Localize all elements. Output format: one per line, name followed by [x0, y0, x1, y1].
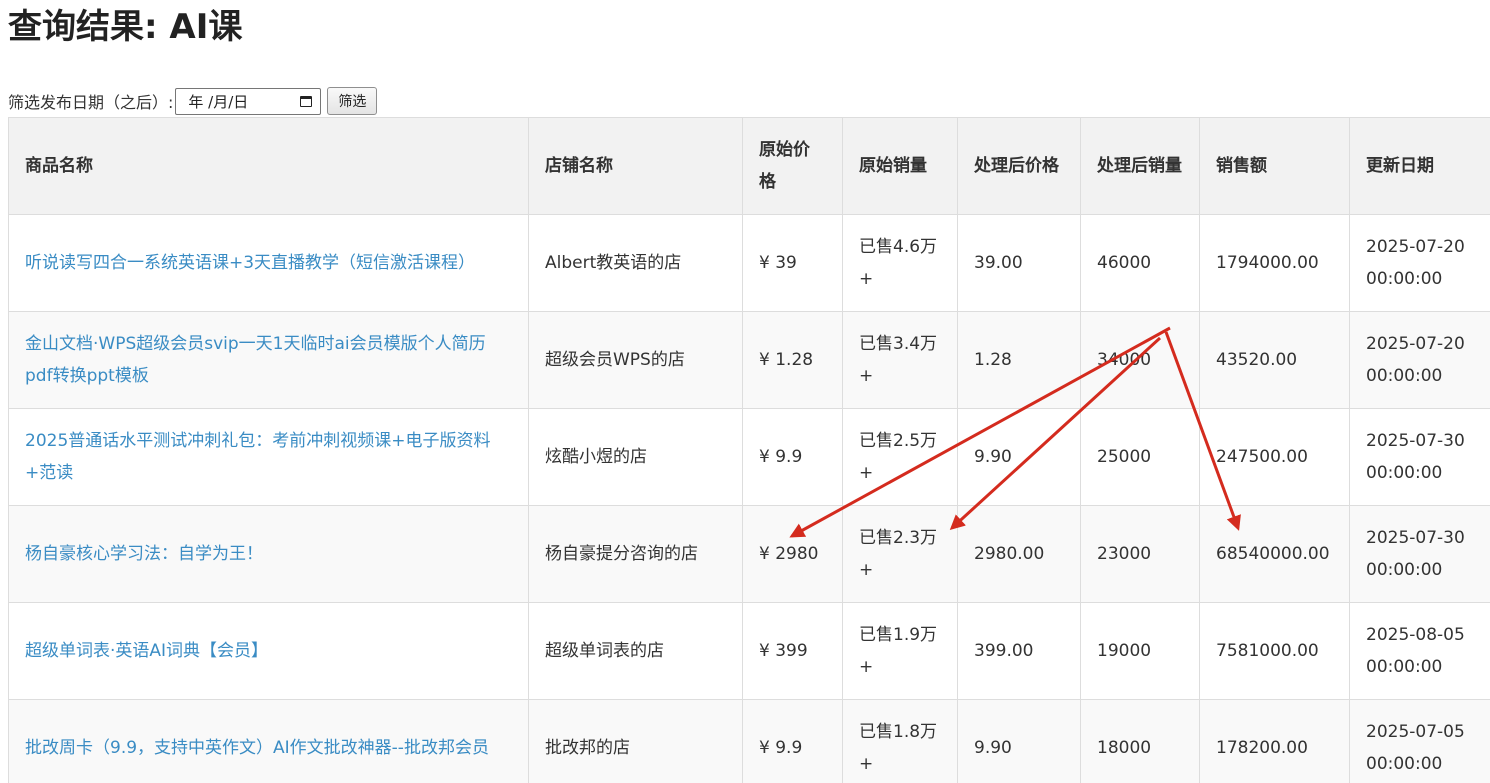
shop-name-cell: 超级会员WPS的店: [528, 311, 743, 409]
column-header-processed-sales: 处理后销量: [1080, 117, 1200, 215]
processed-price-cell: 9.90: [957, 699, 1081, 783]
processed-sales-cell: 46000: [1080, 214, 1200, 312]
table-row: 听说读写四合一系统英语课+3天直播教学（短信激活课程） Albert教英语的店 …: [8, 214, 1490, 312]
processed-sales-cell: 23000: [1080, 505, 1200, 603]
table-row: 杨自豪核心学习法：自学为王！ 杨自豪提分咨询的店 ¥ 2980 已售2.3万+ …: [8, 505, 1490, 603]
original-price-cell: ¥ 399: [742, 602, 843, 700]
revenue-cell: 1794000.00: [1199, 214, 1350, 312]
updated-date-cell: 2025-07-20 00:00:00: [1349, 214, 1490, 312]
date-filter-bar: 筛选发布日期（之后）: 年 /月/日 筛选: [8, 87, 378, 115]
product-name-cell: 批改周卡（9.9，支持中英作文）AI作文批改神器--批改邦会员: [8, 699, 529, 783]
column-header-product-name: 商品名称: [8, 117, 529, 215]
original-price-cell: ¥ 1.28: [742, 311, 843, 409]
publish-date-input[interactable]: 年 /月/日: [175, 87, 322, 115]
product-name-cell: 超级单词表·英语AI词典【会员】: [8, 602, 529, 700]
page-title: 查询结果: AI课: [8, 7, 243, 47]
table-row: 批改周卡（9.9，支持中英作文）AI作文批改神器--批改邦会员 批改邦的店 ¥ …: [8, 699, 1490, 783]
processed-sales-cell: 18000: [1080, 699, 1200, 783]
product-link[interactable]: 批改周卡（9.9，支持中英作文）AI作文批改神器--批改邦会员: [25, 738, 489, 758]
calendar-icon[interactable]: [300, 95, 313, 107]
product-link[interactable]: 金山文档·WPS超级会员svip一天1天临时ai会员模版个人简历pdf转换ppt…: [25, 334, 486, 386]
product-link[interactable]: 2025普通话水平测试冲刺礼包：考前冲刺视频课+电子版资料+范读: [25, 431, 491, 483]
shop-name-cell: 炫酷小煜的店: [528, 408, 743, 506]
product-link[interactable]: 听说读写四合一系统英语课+3天直播教学（短信激活课程）: [25, 253, 475, 273]
updated-date-cell: 2025-07-30 00:00:00: [1349, 408, 1490, 506]
processed-price-cell: 39.00: [957, 214, 1081, 312]
original-price-cell: ¥ 2980: [742, 505, 843, 603]
date-filter-label: 筛选发布日期（之后）:: [8, 93, 174, 112]
table-header-row: 商品名称 店铺名称 原始价格 原始销量 处理后价格 处理后销量 销售额 更新日期: [8, 117, 1490, 215]
date-input-placeholder: 年 /月/日: [188, 92, 249, 111]
updated-date-cell: 2025-07-05 00:00:00: [1349, 699, 1490, 783]
original-sales-cell: 已售1.9万+: [842, 602, 958, 700]
product-link[interactable]: 杨自豪核心学习法：自学为王！: [25, 544, 263, 564]
processed-price-cell: 9.90: [957, 408, 1081, 506]
processed-price-cell: 2980.00: [957, 505, 1081, 603]
original-sales-cell: 已售2.5万+: [842, 408, 958, 506]
processed-sales-cell: 19000: [1080, 602, 1200, 700]
updated-date-cell: 2025-07-30 00:00:00: [1349, 505, 1490, 603]
original-sales-cell: 已售4.6万+: [842, 214, 958, 312]
original-price-cell: ¥ 39: [742, 214, 843, 312]
processed-sales-cell: 34000: [1080, 311, 1200, 409]
original-price-cell: ¥ 9.9: [742, 699, 843, 783]
processed-sales-cell: 25000: [1080, 408, 1200, 506]
product-name-cell: 杨自豪核心学习法：自学为王！: [8, 505, 529, 603]
original-sales-cell: 已售3.4万+: [842, 311, 958, 409]
product-name-cell: 听说读写四合一系统英语课+3天直播教学（短信激活课程）: [8, 214, 529, 312]
column-header-shop-name: 店铺名称: [528, 117, 743, 215]
results-table: 商品名称 店铺名称 原始价格 原始销量 处理后价格 处理后销量 销售额 更新日期…: [8, 117, 1490, 783]
processed-price-cell: 1.28: [957, 311, 1081, 409]
shop-name-cell: 批改邦的店: [528, 699, 743, 783]
table-row: 2025普通话水平测试冲刺礼包：考前冲刺视频课+电子版资料+范读 炫酷小煜的店 …: [8, 408, 1490, 506]
column-header-original-sales: 原始销量: [842, 117, 958, 215]
filter-button[interactable]: 筛选: [327, 87, 378, 115]
column-header-original-price: 原始价格: [742, 117, 843, 215]
revenue-cell: 7581000.00: [1199, 602, 1350, 700]
shop-name-cell: 杨自豪提分咨询的店: [528, 505, 743, 603]
table-row: 金山文档·WPS超级会员svip一天1天临时ai会员模版个人简历pdf转换ppt…: [8, 311, 1490, 409]
processed-price-cell: 399.00: [957, 602, 1081, 700]
updated-date-cell: 2025-07-20 00:00:00: [1349, 311, 1490, 409]
revenue-cell: 43520.00: [1199, 311, 1350, 409]
product-link[interactable]: 超级单词表·英语AI词典【会员】: [25, 641, 268, 661]
updated-date-cell: 2025-08-05 00:00:00: [1349, 602, 1490, 700]
original-price-cell: ¥ 9.9: [742, 408, 843, 506]
original-sales-cell: 已售2.3万+: [842, 505, 958, 603]
shop-name-cell: Albert教英语的店: [528, 214, 743, 312]
revenue-cell: 68540000.00: [1199, 505, 1350, 603]
column-header-processed-price: 处理后价格: [957, 117, 1081, 215]
product-name-cell: 2025普通话水平测试冲刺礼包：考前冲刺视频课+电子版资料+范读: [8, 408, 529, 506]
product-name-cell: 金山文档·WPS超级会员svip一天1天临时ai会员模版个人简历pdf转换ppt…: [8, 311, 529, 409]
shop-name-cell: 超级单词表的店: [528, 602, 743, 700]
column-header-updated-date: 更新日期: [1349, 117, 1490, 215]
revenue-cell: 178200.00: [1199, 699, 1350, 783]
revenue-cell: 247500.00: [1199, 408, 1350, 506]
column-header-revenue: 销售额: [1199, 117, 1350, 215]
table-row: 超级单词表·英语AI词典【会员】 超级单词表的店 ¥ 399 已售1.9万+ 3…: [8, 602, 1490, 700]
original-sales-cell: 已售1.8万+: [842, 699, 958, 783]
